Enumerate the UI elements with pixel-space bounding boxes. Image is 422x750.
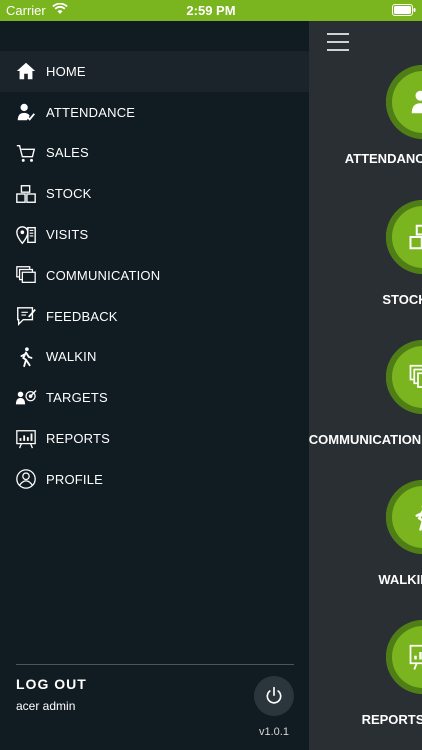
- drawer-item-feedback[interactable]: FEEDBACK: [0, 296, 309, 337]
- status-bar: Carrier 2:59 PM: [0, 0, 422, 21]
- tile-label: STOCK: [382, 292, 422, 307]
- stacked-windows-icon: [14, 263, 38, 287]
- app-version: v1.0.1: [259, 726, 289, 738]
- drawer-item-label: ATTENDANCE: [46, 104, 136, 120]
- drawer-item-label: TARGETS: [46, 390, 108, 406]
- walking-person-icon: [386, 480, 422, 554]
- main-content: ATTENDANCE STOCK COMMUNICATION WALKIN RE…: [309, 21, 422, 750]
- drawer-item-profile[interactable]: PROFILE: [0, 459, 309, 500]
- footer-divider: [16, 664, 294, 665]
- user-circle-icon: [14, 467, 38, 491]
- hamburger-icon[interactable]: [327, 33, 349, 51]
- home-icon: [14, 59, 38, 83]
- chat-edit-icon: [14, 304, 38, 328]
- drawer-item-visits[interactable]: VISITS: [0, 214, 309, 255]
- drawer-item-label: STOCK: [46, 186, 92, 202]
- drawer-item-label: WALKIN: [46, 349, 97, 365]
- drawer-item-home[interactable]: HOME: [0, 51, 309, 92]
- attendance-icon: [14, 100, 38, 124]
- cart-icon: [14, 141, 38, 165]
- drawer-item-reports[interactable]: REPORTS: [0, 418, 309, 459]
- tile-label: REPORTS: [361, 712, 422, 727]
- tile-label: ATTENDANCE: [344, 151, 422, 166]
- chart-board-icon: [386, 620, 422, 694]
- logout-button[interactable]: LOG OUT: [16, 676, 87, 692]
- drawer-item-label: FEEDBACK: [46, 308, 118, 324]
- walking-person-icon: [14, 345, 38, 369]
- map-pin-building-icon: [14, 223, 38, 247]
- drawer-item-communication[interactable]: COMMUNICATION: [0, 255, 309, 296]
- status-time: 2:59 PM: [186, 3, 236, 18]
- attendance-icon: [386, 65, 422, 139]
- drawer-item-targets[interactable]: TARGETS: [0, 377, 309, 418]
- stacked-windows-icon: [386, 340, 422, 414]
- drawer-item-label: VISITS: [46, 227, 89, 243]
- target-people-icon: [14, 386, 38, 410]
- chart-board-icon: [14, 427, 38, 451]
- boxes-icon: [386, 200, 422, 274]
- drawer-item-label: REPORTS: [46, 431, 111, 447]
- user-name: acer admin: [16, 699, 76, 713]
- drawer-menu: HOME ATTENDANCE SALES STOCK VISITS COMMU…: [0, 51, 309, 500]
- power-icon: [266, 686, 282, 704]
- drawer-item-walkin[interactable]: WALKIN: [0, 337, 309, 378]
- battery-icon: [392, 4, 416, 16]
- drawer-item-attendance[interactable]: ATTENDANCE: [0, 92, 309, 133]
- navigation-drawer: HOME ATTENDANCE SALES STOCK VISITS COMMU…: [0, 21, 309, 750]
- drawer-item-sales[interactable]: SALES: [0, 133, 309, 174]
- tile-label: COMMUNICATION: [309, 432, 422, 447]
- drawer-item-label: COMMUNICATION: [46, 267, 161, 283]
- tile-label: WALKIN: [378, 572, 422, 587]
- power-button[interactable]: [254, 676, 294, 716]
- boxes-icon: [14, 182, 38, 206]
- drawer-item-stock[interactable]: STOCK: [0, 173, 309, 214]
- drawer-item-label: SALES: [46, 145, 89, 161]
- drawer-item-label: PROFILE: [46, 471, 104, 487]
- drawer-item-label: HOME: [46, 63, 86, 79]
